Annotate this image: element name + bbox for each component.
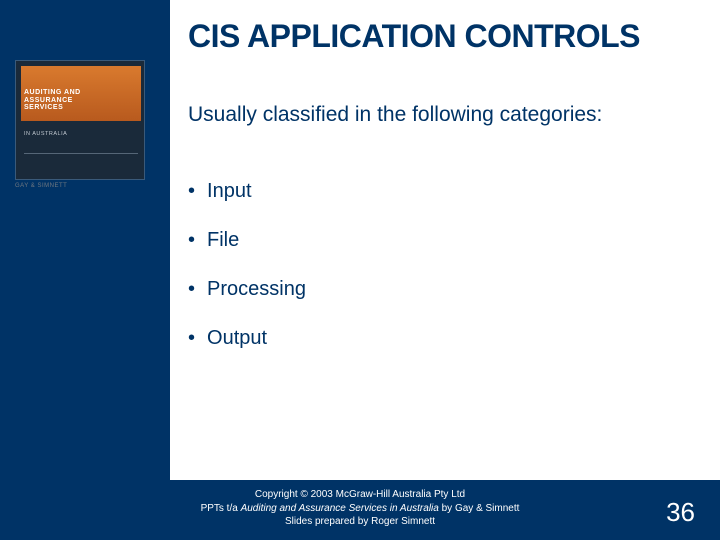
attribution-post: by Gay & Simnett xyxy=(442,503,520,514)
preparer-line: Slides prepared by Roger Simnett xyxy=(285,516,435,527)
footer-bar: Copyright © 2003 McGraw-Hill Australia P… xyxy=(0,480,720,540)
bullet-text: Output xyxy=(207,327,267,350)
attribution-title: Auditing and Assurance Services in Austr… xyxy=(241,503,442,514)
cover-divider xyxy=(24,153,138,154)
bullet-icon: • xyxy=(188,230,195,250)
book-cover-thumbnail: AUDITING AND ASSURANCE SERVICES IN AUSTR… xyxy=(15,60,145,180)
slide-title: CIS APPLICATION CONTROLS xyxy=(188,20,640,54)
bullet-text: Input xyxy=(207,180,251,203)
attribution-line: PPTs t/a Auditing and Assurance Services… xyxy=(201,503,520,514)
copyright-icon: © xyxy=(300,489,307,500)
bullet-icon: • xyxy=(188,279,195,299)
cover-author: GAY & SIMNETT xyxy=(15,183,67,189)
copyright-line: Copyright © 2003 McGraw-Hill Australia P… xyxy=(255,489,465,500)
bullet-list: • Input • File • Processing • Output xyxy=(188,180,306,376)
slide: AUDITING AND ASSURANCE SERVICES IN AUSTR… xyxy=(0,0,720,540)
bullet-text: Processing xyxy=(207,278,306,301)
bullet-item: • Processing xyxy=(188,278,306,301)
copyright-post: 2003 McGraw-Hill Australia Pty Ltd xyxy=(308,489,465,500)
cover-subtitle: IN AUSTRALIA xyxy=(24,131,67,137)
bullet-item: • Output xyxy=(188,327,306,350)
copyright-pre: Copyright xyxy=(255,489,301,500)
content-area: CIS APPLICATION CONTROLS Usually classif… xyxy=(170,0,720,480)
cover-title: AUDITING AND ASSURANCE SERVICES xyxy=(24,89,81,112)
footer-text: Copyright © 2003 McGraw-Hill Australia P… xyxy=(0,488,720,529)
bullet-icon: • xyxy=(188,181,195,201)
bullet-item: • File xyxy=(188,229,306,252)
attribution-pre: PPTs t/a xyxy=(201,503,241,514)
sidebar: AUDITING AND ASSURANCE SERVICES IN AUSTR… xyxy=(0,0,170,540)
slide-subtitle: Usually classified in the following cate… xyxy=(188,102,602,127)
page-number: 36 xyxy=(666,497,695,528)
bullet-icon: • xyxy=(188,328,195,348)
bullet-text: File xyxy=(207,229,239,252)
bullet-item: • Input xyxy=(188,180,306,203)
